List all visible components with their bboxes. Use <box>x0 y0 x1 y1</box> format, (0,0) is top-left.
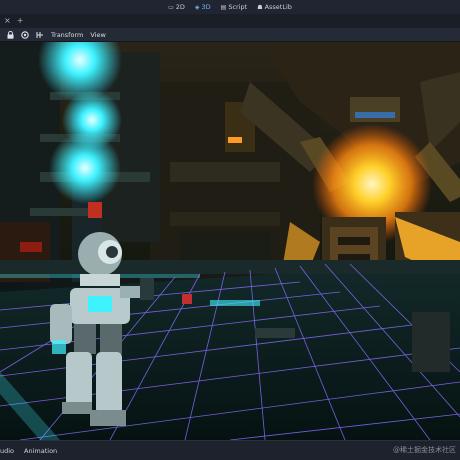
watermark-text: @稀土掘金技术社区 <box>393 446 456 454</box>
audio-tab[interactable]: udio <box>0 447 14 455</box>
3d-icon: ◈ <box>194 3 200 11</box>
workspace-assetlib-button[interactable]: ☗ AssetLib <box>257 3 292 11</box>
bottom-panel-bar: udio Animation <box>0 440 460 460</box>
lock-icon[interactable] <box>6 30 14 39</box>
workspace-script-button[interactable]: ▤ Script <box>221 3 248 11</box>
script-icon: ▤ <box>220 3 227 11</box>
view-menu[interactable]: View <box>90 31 105 39</box>
workspace-3d-button[interactable]: ◈ 3D <box>195 3 211 11</box>
transform-menu[interactable]: Transform <box>51 31 83 39</box>
close-tab-button[interactable]: × <box>4 17 11 25</box>
scene-tab-bar: × + <box>0 14 460 28</box>
2d-icon: ▭ <box>168 3 174 11</box>
3d-viewport[interactable] <box>0 42 460 440</box>
workspace-2d-button[interactable]: ▭ 2D <box>168 3 185 11</box>
scene-render <box>0 42 460 440</box>
grid-snap-icon[interactable] <box>36 31 44 39</box>
assetlib-icon: ☗ <box>257 3 263 11</box>
viewport-toolbar: Transform View <box>0 28 460 42</box>
workspace-bar: ▭ 2D ◈ 3D ▤ Script ☗ AssetLib <box>0 0 460 14</box>
animation-tab[interactable]: Animation <box>24 447 57 455</box>
group-icon[interactable] <box>21 30 29 39</box>
add-scene-tab-button[interactable]: + <box>17 17 24 25</box>
